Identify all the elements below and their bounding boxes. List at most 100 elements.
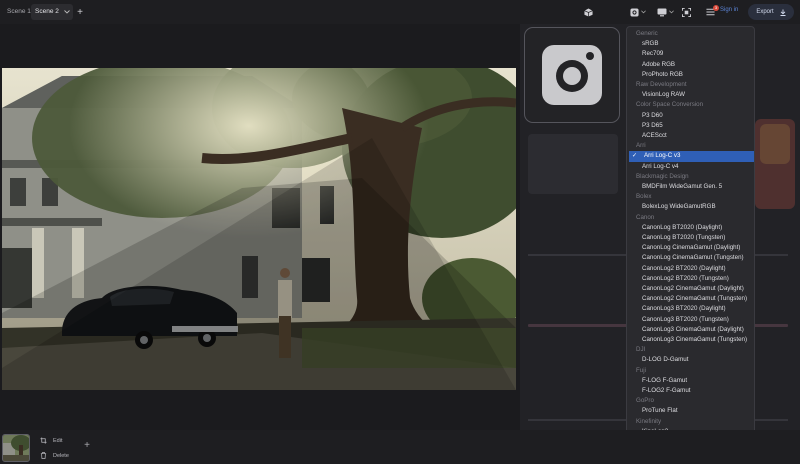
dropdown-option[interactable]: CanonLog2 BT2020 (Tungsten)	[627, 274, 754, 284]
dropdown-option-label: sRGB	[642, 40, 659, 48]
export-label: Export	[756, 9, 774, 15]
dropdown-option-label: CanonLog2 BT2020 (Daylight)	[642, 264, 726, 272]
dropdown-option[interactable]: CanonLog2 CinemaGamut (Daylight)	[627, 284, 754, 294]
dropdown-option[interactable]: CanonLog2 BT2020 (Daylight)	[627, 264, 754, 274]
edit-action[interactable]: Edit	[40, 437, 62, 444]
dropdown-option[interactable]: P3 D65	[627, 121, 754, 131]
dropdown-option-label: ProTune Flat	[642, 407, 678, 415]
dropdown-option[interactable]: Adobe RGB	[627, 60, 754, 70]
checkmark-icon: ✓	[632, 153, 638, 160]
dropdown-option-label: Arri Log-C v3	[644, 152, 681, 160]
dropdown-option-label: CanonLog CinemaGamut (Daylight)	[642, 244, 741, 252]
dropdown-option-label: CanonLog BT2020 (Daylight)	[642, 223, 723, 231]
dropdown-option-label: CanonLog3 CinemaGamut (Daylight)	[642, 325, 744, 333]
dropdown-option-label: BolexLog WideGamutRGB	[642, 203, 716, 211]
dropdown-option[interactable]: P3 D60	[627, 111, 754, 121]
add-scene-button[interactable]: +	[80, 439, 94, 453]
dropdown-option-label: CanonLog2 CinemaGamut (Daylight)	[642, 285, 744, 292]
dropdown-option-label: D-LOG D-Gamut	[642, 356, 689, 364]
dropdown-option-label: BMDFilm WideGamut Gen. 5	[642, 183, 723, 190]
dropdown-option[interactable]: ACEScct	[627, 131, 754, 141]
dropdown-group-label: Arri	[636, 142, 646, 150]
cube-icon[interactable]	[582, 5, 594, 19]
dropdown-option-label: CanonLog3 BT2020 (Daylight)	[642, 305, 726, 313]
edit-label: Edit	[53, 437, 63, 444]
delete-action[interactable]: Delete	[40, 452, 69, 459]
dropdown-option-label: CanonLog3 BT2020 (Tungsten)	[642, 315, 729, 323]
dropdown-option[interactable]: CanonLog3 CinemaGamut (Daylight)	[627, 325, 754, 335]
dropdown-option-label: CanonLog CinemaGamut (Tungsten)	[642, 254, 744, 262]
dropdown-option-label: Adobe RGB	[642, 60, 676, 68]
chevron-down-icon	[668, 10, 674, 14]
dropdown-group-label: Raw Development	[636, 81, 687, 88]
trash-icon	[40, 452, 47, 459]
dropdown-group-label: Color Space Conversion	[636, 101, 704, 109]
scene-photo	[2, 68, 516, 390]
color-space-dropdown[interactable]: Generic sRGB Rec709 Adobe RGB ProPhoto RGB Ra…	[626, 26, 755, 464]
dropdown-option-label: P3 D65	[642, 121, 663, 129]
camera-icon	[542, 45, 602, 105]
dropdown-group-header: Raw Development	[627, 80, 754, 90]
dropdown-group-label: Canon	[636, 213, 655, 221]
crop-icon	[40, 437, 47, 444]
dropdown-option[interactable]: CanonLog BT2020 (Tungsten)	[627, 233, 754, 243]
scene-thumbnail[interactable]	[2, 434, 30, 462]
dropdown-group-header: Blackmagic Design	[627, 172, 754, 182]
dropdown-option-label: CanonLog2 BT2020 (Tungsten)	[642, 274, 729, 282]
dropdown-group-header: Canon	[627, 213, 754, 223]
dropdown-option[interactable]: sRGB	[627, 39, 754, 49]
dropdown-option[interactable]: VisionLog RAW	[627, 90, 754, 100]
dropdown-option-selected[interactable]: ✓ Arri Log-C v3	[629, 151, 754, 162]
dropdown-option-label: Rec709	[642, 50, 664, 58]
display-menu-button[interactable]	[655, 5, 675, 19]
dropdown-option-label: Arri Log-C v4	[642, 162, 679, 170]
bottom-bar	[0, 430, 800, 464]
dropdown-option-label: CanonLog3 CinemaGamut (Tungsten)	[642, 336, 748, 343]
dropdown-option[interactable]: CanonLog CinemaGamut (Tungsten)	[627, 253, 754, 263]
dropdown-option[interactable]: F-LOG2 F-Gamut	[627, 386, 754, 396]
dropdown-option-label: CanonLog2 CinemaGamut (Tungsten)	[642, 295, 748, 303]
export-button[interactable]: Export	[748, 4, 794, 20]
dropdown-group-label: Kinefinity	[636, 417, 662, 425]
camera-icon	[630, 7, 639, 17]
monitor-icon	[657, 8, 666, 16]
dropdown-option[interactable]: ProPhoto RGB	[627, 70, 754, 80]
tab-scene-2-label: Scene 2	[35, 8, 59, 15]
dropdown-group-header: Color Space Conversion	[627, 100, 754, 110]
dropdown-option[interactable]: CanonLog BT2020 (Daylight)	[627, 223, 754, 233]
dropdown-group-header: Bolex	[627, 192, 754, 202]
dropdown-option-label: F-LOG2 F-Gamut	[642, 387, 691, 394]
camera-preview-card[interactable]	[524, 27, 620, 123]
dropdown-option[interactable]: BMDFilm WideGamut Gen. 5	[627, 182, 754, 192]
dropdown-option[interactable]: Rec709	[627, 49, 754, 59]
dropdown-option-label: VisionLog RAW	[642, 91, 685, 99]
dropdown-option-label: ACEScct	[642, 132, 667, 139]
dropdown-group-header: Kinefinity	[627, 417, 754, 427]
dropdown-option[interactable]: CanonLog3 BT2020 (Daylight)	[627, 304, 754, 314]
dropdown-group-label: Fuji	[636, 366, 646, 374]
dropdown-option[interactable]: CanonLog3 BT2020 (Tungsten)	[627, 315, 754, 325]
dropdown-group-label: GoPro	[636, 397, 654, 405]
dropdown-option[interactable]: CanonLog3 CinemaGamut (Tungsten)	[627, 335, 754, 345]
dropdown-option[interactable]: BolexLog WideGamutRGB	[627, 202, 754, 212]
dropdown-group-label: Generic	[636, 30, 658, 37]
add-tab-button[interactable]: +	[74, 5, 86, 19]
dropdown-option-label: ProPhoto RGB	[642, 70, 683, 78]
notification-badge: 3	[713, 5, 719, 11]
tab-scene-2[interactable]: Scene 2	[31, 4, 73, 20]
chevron-down-icon[interactable]	[64, 10, 70, 14]
camera-menu-button[interactable]	[628, 5, 648, 19]
dropdown-option[interactable]: CanonLog2 CinemaGamut (Tungsten)	[627, 294, 754, 304]
dropdown-group-label: Blackmagic Design	[636, 172, 689, 180]
dropdown-option[interactable]: CanonLog CinemaGamut (Daylight)	[627, 243, 754, 253]
dropdown-option[interactable]: F-LOG F-Gamut	[627, 376, 754, 386]
delete-label: Delete	[53, 452, 69, 459]
dropdown-option[interactable]: Arri Log-C v4	[627, 162, 754, 172]
fit-screen-icon[interactable]	[680, 5, 692, 19]
download-icon	[780, 9, 786, 16]
dropdown-option-label: F-LOG F-Gamut	[642, 376, 688, 384]
sign-in-link[interactable]: Sign in	[720, 7, 738, 13]
dropdown-group-header: Generic	[627, 29, 754, 39]
dropdown-option[interactable]: ProTune Flat	[627, 406, 754, 416]
dropdown-option[interactable]: D-LOG D-Gamut	[627, 355, 754, 365]
